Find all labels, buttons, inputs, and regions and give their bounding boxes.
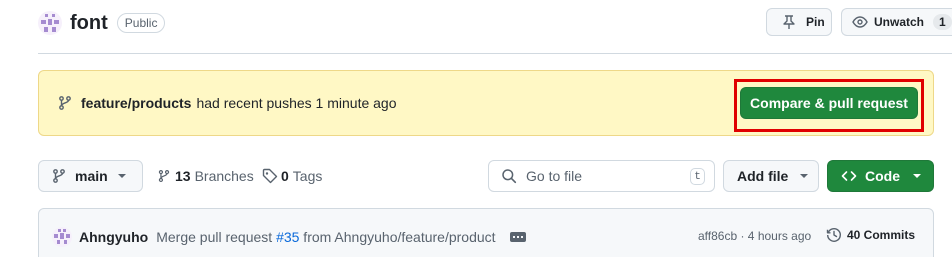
commit-author[interactable]: Ahngyuho [79, 229, 148, 245]
branch-select-button[interactable]: main [38, 160, 143, 192]
tags-label: Tags [292, 168, 323, 184]
commits-count-label: 40 Commits [847, 228, 916, 242]
watch-count: 1 [933, 14, 952, 30]
repo-name[interactable]: font [70, 12, 108, 35]
branches-label: Branches [194, 168, 254, 184]
search-icon [502, 169, 517, 184]
chevron-down-icon [800, 174, 809, 178]
compare-pull-request-button[interactable]: Compare & pull request [740, 87, 918, 119]
commits-history-link[interactable]: 40 Commits [826, 227, 915, 243]
header-divider [38, 53, 952, 54]
push-message: feature/products had recent pushes 1 min… [57, 95, 397, 111]
latest-commit-box: Ahngyuho Merge pull request #35 from Ahn… [38, 208, 934, 257]
latest-commit-row: Ahngyuho Merge pull request #35 from Ahn… [52, 227, 526, 247]
code-icon [841, 171, 857, 181]
tags-link[interactable]: 0 Tags [262, 168, 322, 184]
branches-count: 13 [175, 168, 191, 184]
commit-message[interactable]: Merge pull request #35 from Ahngyuho/fea… [156, 229, 495, 245]
pushed-branch-name[interactable]: feature/products [81, 95, 191, 111]
push-time-text: had recent pushes 1 minute ago [196, 95, 397, 111]
watch-label: Unwatch [874, 15, 925, 29]
pull-request-link[interactable]: #35 [276, 229, 299, 245]
code-button[interactable]: Code [827, 160, 934, 192]
add-file-button[interactable]: Add file [723, 160, 819, 192]
recent-push-banner: feature/products had recent pushes 1 min… [38, 70, 934, 136]
history-icon [826, 228, 841, 242]
branches-link[interactable]: 13 Branches [157, 168, 254, 184]
commit-hash-time[interactable]: aff86cb · 4 hours ago [698, 229, 811, 243]
code-label: Code [865, 168, 900, 184]
author-avatar[interactable] [52, 227, 72, 247]
visibility-badge: Public [116, 13, 166, 33]
watch-button[interactable]: Unwatch 1 [841, 8, 952, 36]
tag-icon [262, 168, 278, 184]
pin-button[interactable]: Pin [766, 8, 832, 36]
tags-count: 0 [281, 168, 289, 184]
chevron-down-icon [913, 174, 921, 178]
go-to-file-input[interactable] [526, 168, 676, 184]
git-branch-icon [158, 169, 170, 183]
git-branch-icon [59, 96, 71, 110]
pin-icon [783, 15, 795, 29]
chevron-down-icon [117, 174, 126, 178]
git-branch-icon [53, 169, 65, 183]
eye-icon [852, 16, 868, 28]
add-file-label: Add file [737, 168, 789, 184]
pin-label: Pin [806, 15, 825, 29]
kebab-icon[interactable] [509, 232, 526, 242]
keyboard-shortcut-hint: t [690, 168, 705, 185]
go-to-file-search[interactable]: t [488, 160, 715, 192]
repo-owner-avatar[interactable] [38, 11, 62, 35]
commit-message-prefix: Merge pull request [156, 229, 277, 245]
commit-message-suffix: from Ahngyuho/feature/product [299, 229, 496, 245]
current-branch-label: main [75, 168, 108, 184]
